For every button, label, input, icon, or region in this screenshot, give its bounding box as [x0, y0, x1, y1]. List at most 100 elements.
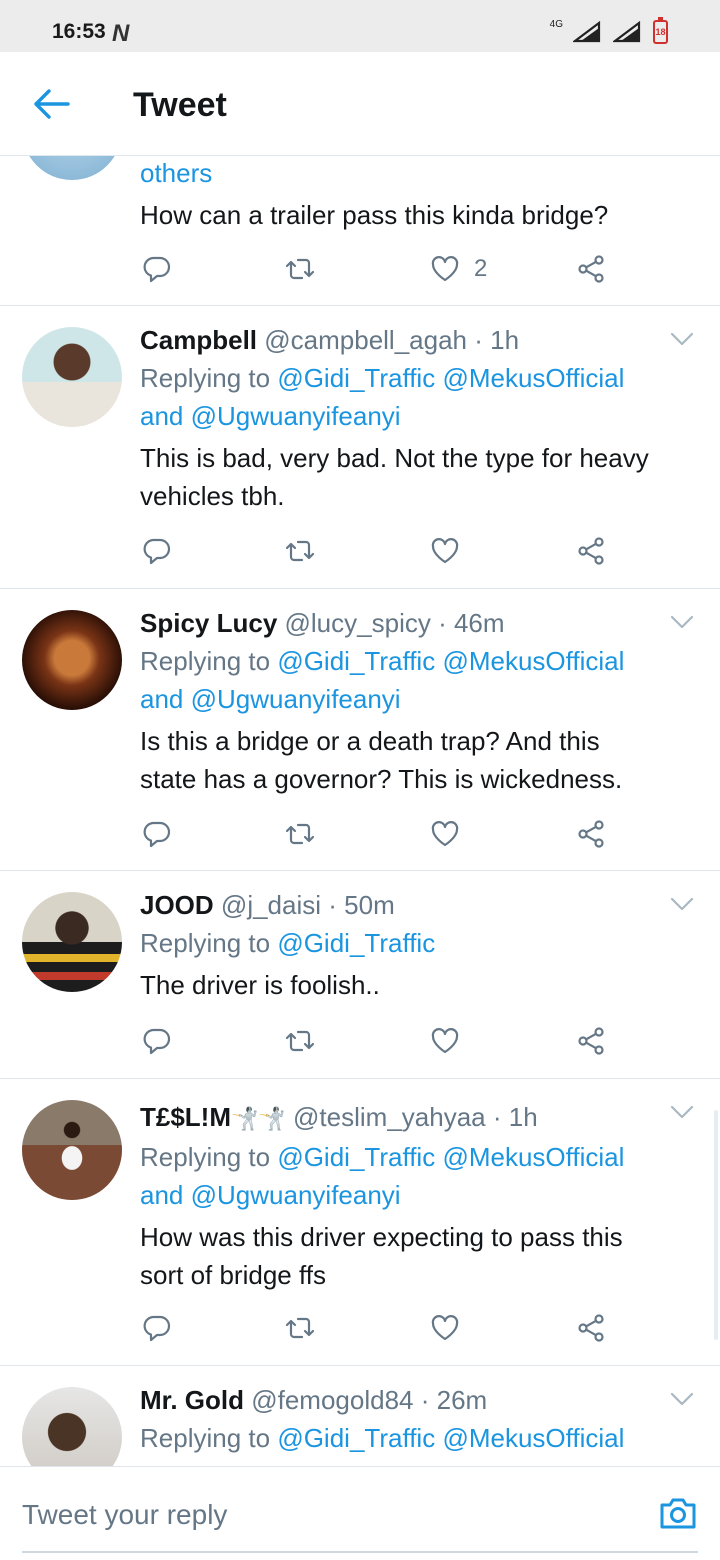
- reply-button[interactable]: [142, 252, 172, 286]
- fencer-emoji: 🤺🤺: [231, 1106, 286, 1131]
- like-button[interactable]: [430, 1024, 460, 1058]
- mention-link[interactable]: @Gidi_Traffic: [277, 928, 435, 958]
- author-handle[interactable]: @lucy_spicy: [285, 608, 431, 638]
- n-notification-icon: N: [112, 20, 129, 47]
- network-type: 4G: [549, 18, 563, 30]
- like-button[interactable]: 2: [430, 252, 487, 286]
- retweet-icon: [285, 1026, 315, 1056]
- mention-link[interactable]: @Gidi_Traffic: [277, 363, 435, 393]
- reply-icon: [142, 536, 172, 566]
- reply-button[interactable]: [142, 1311, 172, 1345]
- retweet-button[interactable]: [285, 534, 315, 568]
- reply-tweet[interactable]: JOOD @j_daisi · 50m Replying to @Gidi_Tr…: [0, 871, 720, 1079]
- and-label[interactable]: and: [140, 684, 183, 714]
- author-name[interactable]: JOOD: [140, 890, 214, 920]
- like-icon: [430, 1313, 460, 1343]
- tweet-text: How was this driver expecting to pass th…: [140, 1218, 698, 1294]
- signal-icon: [613, 21, 641, 43]
- scrollbar[interactable]: [714, 1110, 718, 1340]
- author-name[interactable]: T£$L!M: [140, 1102, 231, 1132]
- mentions-tail[interactable]: others: [140, 154, 698, 192]
- mention-link[interactable]: @MekusOfficial: [442, 1423, 624, 1453]
- share-button[interactable]: [576, 817, 606, 851]
- signal-icon: [573, 21, 601, 43]
- reply-tweet[interactable]: T£$L!M🤺🤺 @teslim_yahyaa · 1h Replying to…: [0, 1079, 720, 1366]
- mention-link[interactable]: @Gidi_Traffic: [277, 646, 435, 676]
- page-title: Tweet: [133, 86, 227, 124]
- like-count: 2: [474, 255, 488, 282]
- retweet-icon: [285, 819, 315, 849]
- retweet-button[interactable]: [285, 1311, 315, 1345]
- share-button[interactable]: [576, 1024, 606, 1058]
- mention-link[interactable]: @Gidi_Traffic: [277, 1423, 435, 1453]
- tweet-time: · 50m: [328, 890, 395, 920]
- author-name[interactable]: Mr. Gold: [140, 1385, 244, 1415]
- reply-icon: [142, 1313, 172, 1343]
- tweet-feed[interactable]: others How can a trailer pass this kinda…: [0, 0, 720, 1560]
- retweet-button[interactable]: [285, 817, 315, 851]
- replying-label: Replying to: [140, 928, 271, 958]
- mention-link[interactable]: @Gidi_Traffic: [277, 1142, 435, 1172]
- author-name[interactable]: Campbell: [140, 325, 257, 355]
- author-handle[interactable]: @femogold84: [251, 1385, 413, 1415]
- retweet-button[interactable]: [285, 252, 315, 286]
- tweet-text: How can a trailer pass this kinda bridge…: [140, 200, 609, 230]
- author-name[interactable]: Spicy Lucy: [140, 608, 277, 638]
- and-label[interactable]: and: [140, 401, 183, 431]
- like-icon: [430, 1026, 460, 1056]
- share-icon: [576, 536, 606, 566]
- tweet-text-line: state has a governor? This is wickedness…: [140, 764, 623, 794]
- status-bar: 16:53 N 4G 18: [0, 0, 720, 52]
- mention-link[interactable]: @Ugwuanyifeanyi: [191, 684, 401, 714]
- mention-link[interactable]: @MekusOfficial: [442, 363, 624, 393]
- camera-icon[interactable]: [658, 1495, 698, 1531]
- reply-tweet[interactable]: Campbell @campbell_agah · 1h Replying to…: [0, 306, 720, 589]
- reply-composer[interactable]: Tweet your reply: [0, 1466, 720, 1560]
- tweet-text: Is this a bridge or a death trap? And th…: [140, 722, 698, 798]
- like-button[interactable]: [430, 534, 460, 568]
- avatar[interactable]: [22, 1100, 122, 1200]
- and-label[interactable]: and: [140, 1180, 183, 1210]
- share-button[interactable]: [576, 534, 606, 568]
- reply-button[interactable]: [142, 534, 172, 568]
- reply-input[interactable]: Tweet your reply: [22, 1499, 227, 1531]
- app-header: Tweet: [0, 52, 720, 156]
- tweet-text: This is bad, very bad. Not the type for …: [140, 439, 698, 515]
- tweet-text-line: Is this a bridge or a death trap? And th…: [140, 726, 600, 756]
- share-icon: [576, 1313, 606, 1343]
- share-icon: [576, 254, 606, 284]
- mention-link[interactable]: @MekusOfficial: [442, 1142, 624, 1172]
- mention-link[interactable]: @Ugwuanyifeanyi: [191, 1180, 401, 1210]
- author-handle[interactable]: @j_daisi: [221, 890, 321, 920]
- replying-label: Replying to: [140, 646, 271, 676]
- reply-icon: [142, 254, 172, 284]
- retweet-button[interactable]: [285, 1024, 315, 1058]
- author-handle[interactable]: @campbell_agah: [264, 325, 467, 355]
- tweet-time: · 46m: [438, 608, 505, 638]
- author-handle[interactable]: @teslim_yahyaa: [293, 1102, 486, 1132]
- share-button[interactable]: [576, 252, 606, 286]
- battery-icon: 18: [653, 17, 668, 44]
- like-icon: [430, 536, 460, 566]
- back-arrow-icon[interactable]: [32, 86, 72, 122]
- avatar[interactable]: [22, 327, 122, 427]
- like-button[interactable]: [430, 817, 460, 851]
- reply-input-underline: [22, 1551, 698, 1553]
- avatar[interactable]: [22, 610, 122, 710]
- reply-button[interactable]: [142, 1024, 172, 1058]
- reply-button[interactable]: [142, 817, 172, 851]
- like-button[interactable]: [430, 1311, 460, 1345]
- mention-link[interactable]: @MekusOfficial: [442, 646, 624, 676]
- tweet-time: · 1h: [474, 325, 520, 355]
- tweet-text-line: sort of bridge ffs: [140, 1260, 326, 1290]
- avatar[interactable]: [22, 892, 122, 992]
- retweet-icon: [285, 1313, 315, 1343]
- status-time: 16:53: [52, 20, 106, 43]
- replying-label: Replying to: [140, 363, 271, 393]
- reply-tweet[interactable]: Spicy Lucy @lucy_spicy · 46m Replying to…: [0, 589, 720, 871]
- retweet-icon: [285, 254, 315, 284]
- like-icon: [430, 819, 460, 849]
- mention-link[interactable]: @Ugwuanyifeanyi: [191, 401, 401, 431]
- share-icon: [576, 819, 606, 849]
- share-button[interactable]: [576, 1311, 606, 1345]
